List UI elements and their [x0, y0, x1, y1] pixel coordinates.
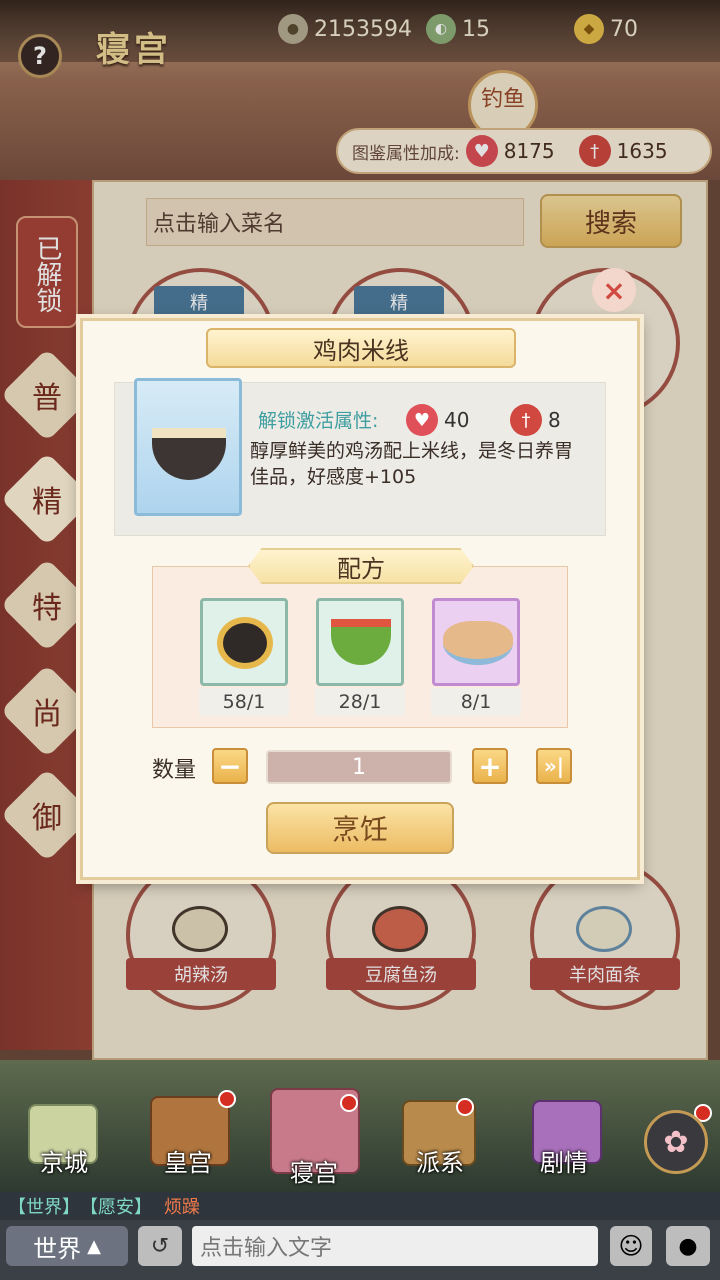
notification-dot — [340, 1094, 358, 1112]
history-icon: ↺ — [150, 1233, 170, 1259]
nav-palace[interactable]: 皇宫 — [144, 1094, 232, 1178]
max-button[interactable]: »| — [536, 748, 572, 784]
microphone-icon: ● — [678, 1233, 698, 1259]
cook-button[interactable]: 烹饪 — [266, 802, 454, 854]
knife-icon: † — [510, 404, 542, 436]
ingredient-count: 28/1 — [315, 688, 405, 716]
history-button[interactable]: ↺ — [138, 1226, 182, 1266]
increase-button[interactable]: + — [472, 748, 508, 784]
ingredient-slot[interactable] — [200, 598, 288, 686]
chat-message: 烦躁 — [164, 1197, 200, 1218]
unlock-knife-value: 8 — [548, 408, 561, 432]
minus-icon: − — [218, 749, 242, 783]
nav-bedroom[interactable]: 寝宫 — [270, 1104, 358, 1188]
chat-input[interactable]: 点击输入文字 — [192, 1226, 598, 1266]
chicken-icon — [443, 621, 513, 665]
close-icon[interactable]: × — [592, 268, 636, 312]
chevron-up-icon: ▲ — [87, 1235, 101, 1257]
ingredient-slot[interactable] — [316, 598, 404, 686]
flower-menu-button[interactable]: ✿ — [644, 1110, 708, 1174]
plus-icon: + — [478, 749, 502, 783]
vegetables-icon — [331, 619, 391, 665]
modal-title: 鸡肉米线 — [206, 328, 516, 368]
unlock-knife: † 8 — [504, 404, 561, 436]
unlock-heart: ♥ 40 — [400, 404, 469, 436]
recipe-header: 配方 — [248, 548, 474, 584]
decrease-button[interactable]: − — [212, 748, 248, 784]
flower-icon: ✿ — [663, 1124, 689, 1160]
quantity-input[interactable]: 1 — [266, 750, 452, 784]
emoji-icon: ☺ — [618, 1232, 644, 1260]
unlock-heart-value: 40 — [444, 408, 470, 432]
dish-description: 醇厚鲜美的鸡汤配上米线，是冬日养胃佳品，好感度+105 — [250, 440, 574, 488]
ingredient-count: 58/1 — [199, 688, 289, 716]
unlock-attr-label: 解锁激活属性: — [258, 410, 379, 432]
notification-dot — [218, 1090, 236, 1108]
chat-user: 【愿安】 — [80, 1197, 152, 1218]
noodles-icon — [217, 617, 273, 669]
quantity-label: 数量 — [152, 758, 197, 783]
ingredient-slot[interactable] — [432, 598, 520, 686]
nav-capital[interactable]: 京城 — [20, 1094, 108, 1178]
heart-icon: ♥ — [406, 404, 438, 436]
chat-channel: 【世界】 — [8, 1197, 80, 1218]
nav-story[interactable]: 剧情 — [520, 1094, 608, 1178]
ingredient-count: 8/1 — [431, 688, 521, 716]
emoji-button[interactable]: ☺ — [610, 1226, 652, 1266]
channel-select-button[interactable]: 世界 ▲ — [6, 1226, 128, 1266]
bottom-nav — [0, 1060, 720, 1192]
notification-dot — [456, 1098, 474, 1116]
max-arrow-icon: »| — [543, 754, 565, 778]
chat-preview[interactable]: 【世界】 【愿安】 烦躁 — [0, 1192, 720, 1220]
voice-button[interactable]: ● — [666, 1226, 710, 1266]
